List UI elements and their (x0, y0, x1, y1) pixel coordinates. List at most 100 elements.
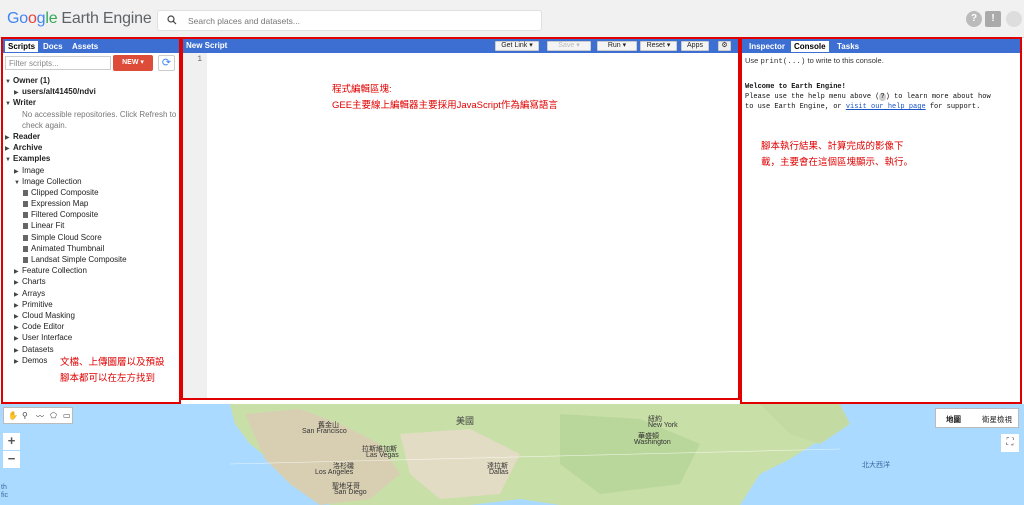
tree-item[interactable]: ▶ Primitive (5, 299, 177, 310)
tree-item[interactable]: Linear Fit (5, 220, 177, 231)
map-view[interactable]: ✋ ⚲ 〰 ⬠ ▭ + − 地圖 衛星檢視 ⛶ 美國 舊金山 San Franc… (0, 404, 1024, 505)
tree-item-label: Primitive (22, 299, 53, 309)
tree-item-label: Image (22, 165, 45, 175)
file-icon (23, 245, 28, 252)
help-page-link[interactable]: visit our help page (846, 103, 926, 111)
tab-docs[interactable]: Docs (40, 41, 66, 52)
tree-item[interactable]: ▶ Charts (5, 276, 177, 287)
tree-item-label: Landsat Simple Composite (31, 255, 127, 264)
tree-item[interactable]: ▶ Feature Collection (5, 265, 177, 276)
annotation-console-line1: 腳本執行結果、計算完成的影像下 (761, 141, 904, 152)
tree-item[interactable]: ▼ Writer (5, 97, 177, 108)
tree-item[interactable]: ▶ Datasets (5, 344, 177, 355)
tree-item[interactable]: No accessible repositories. Click Refres… (5, 109, 177, 120)
feedback-icon[interactable]: ! (985, 11, 1001, 27)
help-icon[interactable]: ? (966, 11, 982, 27)
tree-item[interactable]: Expression Map (5, 198, 177, 209)
map-type-control: 地圖 衛星檢視 (935, 408, 1019, 428)
marker-icon[interactable]: ⚲ (22, 411, 28, 420)
line-icon[interactable]: 〰 (36, 411, 44, 422)
code-editor-panel: New Script Get Link ▾ Save ▾ Run ▾ Reset… (181, 37, 740, 400)
line-gutter: 1 (183, 53, 207, 398)
tree-item[interactable]: Clipped Composite (5, 187, 177, 198)
refresh-icon[interactable]: ⟳ (158, 55, 175, 71)
tree-item[interactable]: ▶ User Interface (5, 332, 177, 343)
tree-item-label: No accessible repositories. Click Refres… (22, 109, 177, 119)
tree-item[interactable]: ▼ Owner (1) (5, 75, 177, 86)
map-label-usa: 美國 (456, 416, 475, 426)
tree-item[interactable]: Simple Cloud Score (5, 232, 177, 243)
tree-item-label: Cloud Masking (22, 310, 75, 320)
script-title: New Script (186, 41, 228, 50)
left-tabs: Scripts Docs Assets (3, 39, 179, 53)
zoom-in-button[interactable]: + (3, 433, 20, 450)
tree-item[interactable]: Animated Thumbnail (5, 243, 177, 254)
map-label-dallas: Dallas (489, 469, 509, 476)
file-icon (23, 234, 28, 241)
annotation-console: 腳本執行結果、計算完成的影像下 載，主要會在這個區塊顯示、執行。 (761, 139, 913, 171)
hint-pre: Use (745, 56, 761, 65)
tree-item[interactable]: ▶ users/alt41450/ndvi (5, 86, 177, 97)
filter-scripts-input[interactable]: Filter scripts... (5, 56, 111, 70)
tree-item[interactable]: ▶ Archive (5, 142, 177, 153)
welcome-line2: to use Earth Engine, or visit our help p… (745, 102, 1020, 112)
map-label-new-york: New York (648, 422, 678, 429)
tree-item-label: Datasets (22, 344, 54, 354)
tree-item[interactable]: ▶ Image (5, 165, 177, 176)
map-button[interactable]: 地圖 (946, 414, 961, 425)
satellite-button[interactable]: 衛星檢視 (982, 414, 1012, 425)
caret-down-icon: ▾ (140, 59, 144, 66)
tree-item-label: users/alt41450/ndvi (22, 87, 96, 97)
tree-item-label: Clipped Composite (31, 187, 99, 197)
file-icon (23, 212, 28, 219)
tab-tasks[interactable]: Tasks (834, 41, 862, 52)
zoom-out-button[interactable]: − (3, 451, 20, 468)
google-earth-engine-logo[interactable]: Google Earth Engine (7, 10, 152, 28)
logo-o: o (27, 10, 37, 27)
welcome-line1: Please use the help menu above (?) to le… (745, 92, 1020, 102)
tab-scripts[interactable]: Scripts (5, 41, 39, 52)
polygon-icon[interactable]: ⬠ (50, 411, 57, 420)
tree-item[interactable]: ▼ Examples (5, 153, 177, 164)
tree-item-label: Image Collection (22, 176, 82, 186)
rectangle-icon[interactable]: ▭ (63, 411, 71, 420)
tree-item[interactable]: Filtered Composite (5, 209, 177, 220)
fullscreen-icon[interactable]: ⛶ (1001, 434, 1019, 452)
tab-assets[interactable]: Assets (69, 41, 101, 52)
run-button[interactable]: Run ▾ (597, 41, 637, 51)
tree-item[interactable]: ▶ Cloud Masking (5, 310, 177, 321)
apps-button[interactable]: Apps (681, 41, 709, 51)
hand-icon[interactable]: ✋ (8, 411, 18, 420)
console-hint: Use print(...) to write to this console. (745, 56, 884, 66)
tree-item[interactable]: ▼ Image Collection (5, 176, 177, 187)
welcome-line1-a: Please use the help menu above ( (745, 93, 880, 101)
tree-item[interactable]: ▶ Reader (5, 131, 177, 142)
map-label-san-diego: San Diego (334, 489, 367, 496)
tree-item[interactable]: ▶ Arrays (5, 288, 177, 299)
script-tree: ▼ Owner (1) ▶ users/alt41450/ndvi ▼ Writer No … (5, 75, 177, 366)
tree-item-label: Archive (13, 143, 43, 153)
tree-item[interactable]: check again. (5, 120, 177, 131)
reset-button[interactable]: Reset ▾ (640, 41, 677, 51)
tree-item[interactable]: ▶ Code Editor (5, 321, 177, 332)
map-label-los-angeles: Los Angeles (315, 469, 354, 476)
map-label-pacific: th fic (1, 484, 8, 499)
search-box[interactable]: Search places and datasets... (157, 10, 542, 31)
console-panel: Inspector Console Tasks Use print(...) t… (740, 37, 1022, 404)
right-tabs: Inspector Console Tasks (742, 39, 1020, 53)
tab-inspector[interactable]: Inspector (746, 41, 788, 52)
tab-console[interactable]: Console (791, 41, 829, 52)
collapse-arrow-icon: ▶ (14, 358, 19, 365)
welcome-message: Welcome to Earth Engine! Please use the … (745, 82, 1020, 112)
settings-gear-icon[interactable]: ⚙ (718, 41, 731, 51)
tree-item[interactable]: Landsat Simple Composite (5, 254, 177, 265)
new-button[interactable]: NEW ▾ (113, 55, 153, 71)
save-button[interactable]: Save ▾ (547, 41, 591, 51)
get-link-button[interactable]: Get Link ▾ (495, 41, 539, 51)
tree-item-label: check again. (22, 120, 67, 130)
tree-item-label: Filtered Composite (31, 210, 99, 220)
line-number: 1 (197, 55, 202, 64)
logo-g: Go (7, 10, 28, 27)
search-input[interactable]: Search places and datasets... (188, 16, 300, 26)
avatar[interactable] (1006, 11, 1022, 27)
